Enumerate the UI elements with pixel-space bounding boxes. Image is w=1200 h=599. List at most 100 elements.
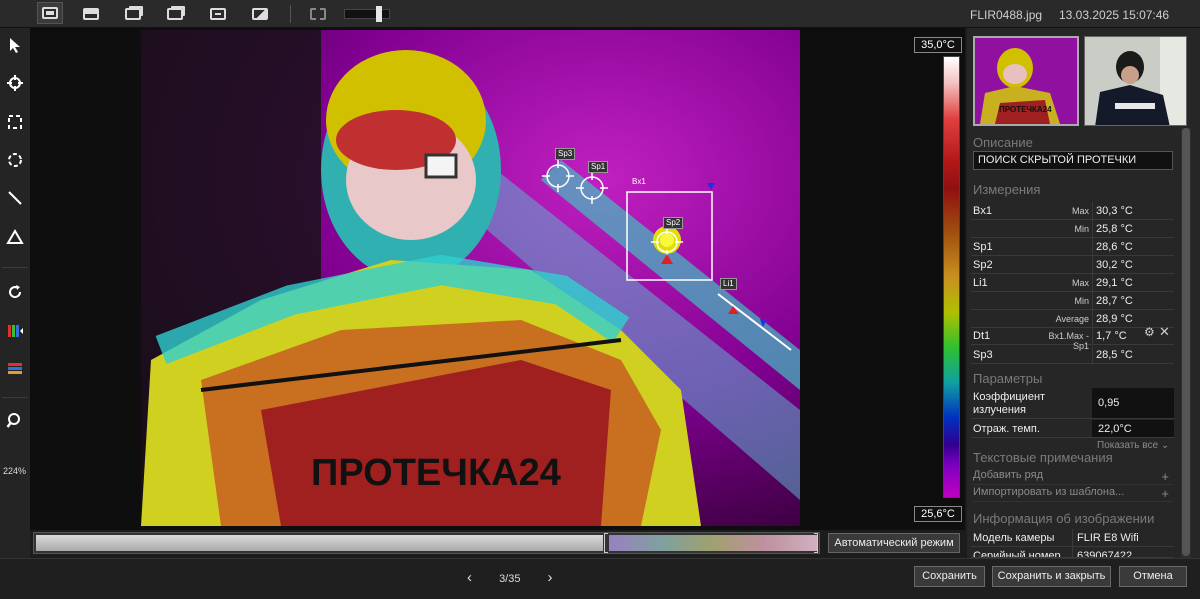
pip-view-icon (210, 8, 226, 20)
fit-view-button[interactable] (305, 3, 331, 25)
import-template-item[interactable]: Импортировать из шаблона... + (973, 486, 1173, 502)
single-view-icon (42, 7, 58, 19)
camera-model-label: Модель камеры (973, 532, 1055, 544)
measurement-value: 28,7 °C (1096, 295, 1133, 307)
range-right-handle[interactable] (814, 533, 818, 553)
view-photo-button[interactable] (247, 3, 273, 25)
view-single-button[interactable] (37, 2, 63, 24)
pager: ‹ 3/35 › (455, 569, 565, 586)
notes-title: Текстовые примечания (973, 450, 1113, 465)
delete-icon[interactable]: ✕ (1159, 324, 1170, 340)
jacket-brand-text: ПРОТЕЧКА24 (311, 452, 561, 494)
description-title: Описание (973, 135, 1033, 150)
measurement-toolbar: 224% (0, 28, 30, 558)
view-blend-button[interactable] (162, 3, 188, 25)
measurement-row[interactable]: Bx1 Max 30,3 °C (971, 202, 1174, 220)
range-left-handle[interactable] (604, 533, 608, 553)
plus-icon: + (1161, 469, 1169, 484)
select-arrow-icon (10, 38, 20, 53)
cell-divider (1072, 547, 1073, 557)
zoom-level: 224% (3, 466, 27, 476)
measurements-title: Измерения (973, 182, 1041, 197)
sp3-label: Sp3 (555, 148, 576, 160)
circle-tool[interactable] (4, 149, 26, 171)
thumb-brand-text: ПРОТЕЧКА24 (999, 105, 1052, 114)
zoom-tool[interactable] (4, 410, 26, 432)
measurement-sublabel: Min (1074, 296, 1089, 306)
refl-temp-field[interactable]: 22,0°C (1092, 420, 1174, 437)
bottom-bar: ‹ 3/35 › Сохранить Сохранить и закрыть О… (0, 558, 1200, 599)
color-scale-tool[interactable] (4, 358, 26, 380)
save-close-button[interactable]: Сохранить и закрыть (992, 566, 1111, 587)
file-name: FLIR0488.jpg (970, 8, 1043, 22)
photo-view-icon (252, 8, 268, 20)
sp2-label: Sp2 (663, 217, 684, 229)
view-msx-button[interactable] (120, 3, 146, 25)
thermal-image[interactable]: ПРОТЕЧКА24 Sp3 Sp1 Bx1 Sp2 Li1 (141, 30, 800, 526)
refl-temp-label: Отраж. темп. (973, 423, 1040, 435)
blend-slider-handle[interactable] (376, 6, 382, 22)
zoom-icon (6, 413, 20, 428)
spot-tool[interactable] (4, 72, 26, 94)
chevron-down-icon: ⌄ (1160, 440, 1170, 451)
camera-model-value: FLIR E8 Wifi (1077, 532, 1139, 544)
thumbnail-thermal-image: ПРОТЕЧКА24 (975, 38, 1077, 124)
thumbnail-photo[interactable] (1084, 36, 1187, 126)
scale-max-temp[interactable]: 35,0°C (914, 37, 962, 53)
measurement-label: Sp1 (973, 241, 993, 253)
serial-number-label: Серийный номер (973, 550, 1061, 558)
msx-view-icon (125, 8, 141, 20)
description-field[interactable]: ПОИСК СКРЫТОЙ ПРОТЕЧКИ (973, 151, 1173, 170)
tool-divider (2, 267, 28, 268)
measurement-value: 28,5 °C (1096, 349, 1133, 361)
scale-min-temp[interactable]: 25,6°C (914, 506, 962, 522)
blend-view-icon (167, 8, 183, 20)
auto-mode-button[interactable]: Автоматический режим (828, 533, 960, 553)
measurement-sublabel: Min (1074, 224, 1089, 234)
palette-tool[interactable] (4, 320, 26, 342)
measurement-row[interactable]: Sp3 28,5 °C (971, 346, 1174, 364)
save-button[interactable]: Сохранить (914, 566, 985, 587)
thermal-view-icon (83, 8, 99, 20)
measurement-label: Sp3 (973, 349, 993, 361)
panel-scrollbar-thumb[interactable] (1182, 128, 1190, 556)
info-title: Информация об изображении (973, 511, 1155, 526)
thermal-image-drawing: ПРОТЕЧКА24 (141, 30, 800, 526)
blend-slider[interactable] (344, 9, 390, 19)
measurement-value: 28,9 °C (1096, 313, 1133, 325)
next-image-button[interactable]: › (548, 569, 553, 586)
top-toolbar: FLIR0488.jpg 13.03.2025 15:07:46 (0, 0, 1200, 28)
delta-tool[interactable] (4, 226, 26, 248)
view-thermal-button[interactable] (78, 3, 104, 25)
measurement-value: 25,8 °C (1096, 223, 1133, 235)
params-title: Параметры (973, 371, 1043, 386)
cancel-button[interactable]: Отмена (1119, 566, 1187, 587)
measurement-sublabel: Max (1071, 278, 1089, 288)
measurement-label: Dt1 (973, 330, 991, 342)
measurement-row[interactable]: Min 28,7 °C (971, 292, 1174, 310)
prev-image-button[interactable]: ‹ (467, 569, 472, 586)
palette-icon (8, 325, 23, 337)
measurement-row[interactable]: Sp1 28,6 °C (971, 238, 1174, 256)
range-palette-preview (609, 535, 817, 551)
line-tool[interactable] (4, 187, 26, 209)
camera-model-row: Модель камеры FLIR E8 Wifi (971, 529, 1174, 547)
measurement-row[interactable]: Min 25,8 °C (971, 220, 1174, 238)
cell-divider (1092, 238, 1093, 255)
temperature-range-slider[interactable] (33, 532, 820, 554)
box-tool[interactable] (4, 111, 26, 133)
view-pip-button[interactable] (205, 3, 231, 25)
add-row-item[interactable]: Добавить ряд + (973, 469, 1173, 485)
settings-icon[interactable]: ⚙ (1144, 325, 1155, 339)
add-row-label: Добавить ряд (973, 469, 1044, 481)
rotate-icon (9, 285, 22, 299)
select-tool[interactable] (4, 34, 26, 56)
measurement-row[interactable]: Sp2 30,2 °C (971, 256, 1174, 274)
bx1-label: Bx1 (632, 177, 646, 186)
emissivity-field[interactable]: 0,95 (1092, 388, 1174, 418)
rotate-tool[interactable] (4, 281, 26, 303)
right-panel: ПРОТЕЧКА24 Описание ПОИСК СКРЫТОЙ ПРОТЕЧ… (967, 28, 1200, 558)
measurement-row[interactable]: Li1 Max 29,1 °C (971, 274, 1174, 292)
thumbnail-thermal[interactable]: ПРОТЕЧКА24 (973, 36, 1079, 126)
cell-divider (1092, 310, 1093, 327)
